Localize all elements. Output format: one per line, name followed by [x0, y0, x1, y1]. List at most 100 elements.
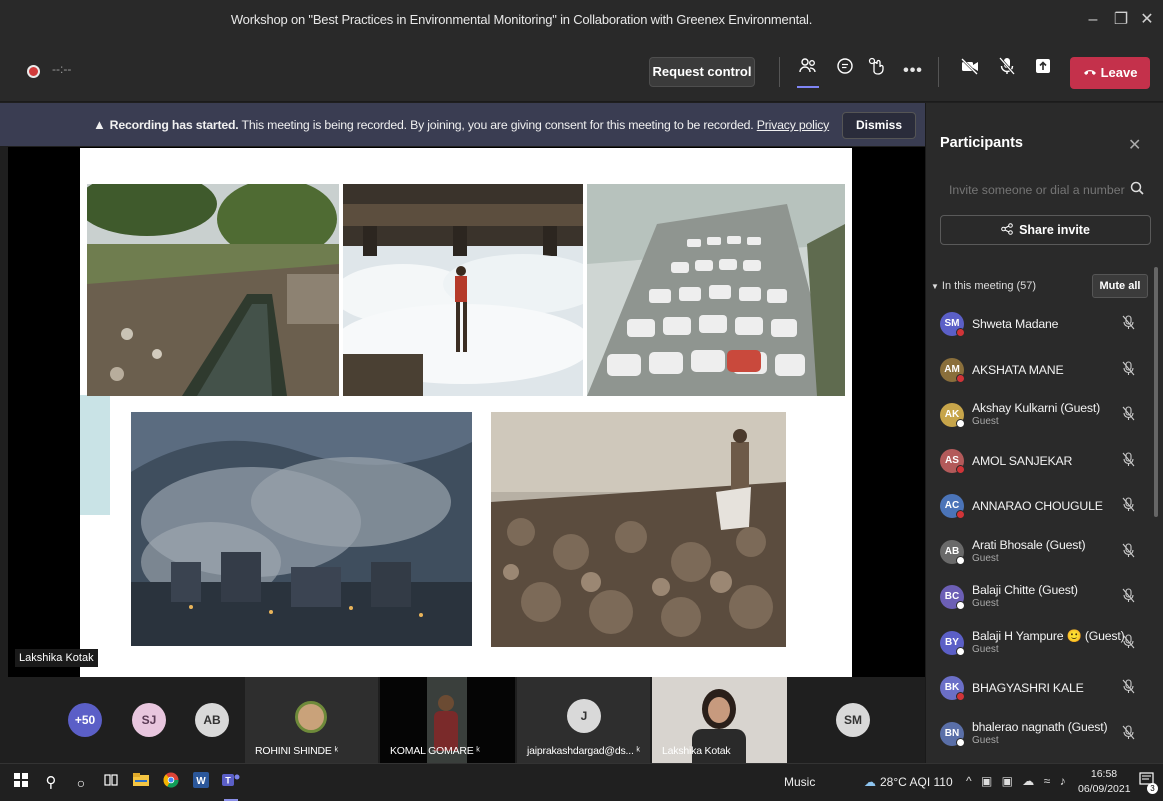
- notification-count-badge: 3: [1147, 783, 1158, 794]
- slide-photo-industrial-smoke: [131, 412, 472, 646]
- participant-name: Akshay Kulkarni (Guest): [972, 401, 1100, 415]
- presence-status-icon: [956, 646, 965, 656]
- task-view-icon[interactable]: [100, 772, 122, 794]
- participant-row[interactable]: AS AMOL SANJEKAR: [926, 439, 1154, 483]
- video-tile[interactable]: J jaiprakashdargad@ds... ᵏ: [517, 677, 650, 763]
- gallery-avatar[interactable]: SJ: [132, 703, 166, 737]
- chat-icon[interactable]: [830, 56, 860, 86]
- participant-row[interactable]: AC ANNARAO CHOUGULE: [926, 484, 1154, 528]
- overflow-participants-button[interactable]: +50: [68, 703, 102, 737]
- participant-role: Guest: [972, 598, 999, 609]
- teams-icon[interactable]: T: [220, 772, 242, 801]
- svg-text:W: W: [196, 776, 206, 787]
- slide-photo-polluted-canal: [87, 184, 339, 396]
- cortana-icon[interactable]: ○: [70, 772, 92, 794]
- participant-row[interactable]: AB Arati Bhosale (Guest) Guest: [926, 530, 1154, 574]
- dismiss-button[interactable]: Dismiss: [842, 112, 916, 139]
- slide-photo-landfill: [491, 412, 786, 647]
- in-meeting-header[interactable]: ▼ In this meeting (57): [931, 280, 1036, 292]
- search-icon[interactable]: [1130, 181, 1144, 198]
- mic-off-icon[interactable]: [1122, 451, 1135, 470]
- participant-row[interactable]: BN bhalerao nagnath (Guest) Guest: [926, 712, 1154, 756]
- maximize-icon[interactable]: ❐: [1108, 8, 1134, 32]
- participants-pane: Participants ✕ Share invite ▼In this mee…: [925, 103, 1163, 763]
- mic-off-icon[interactable]: [1122, 588, 1135, 606]
- mic-off-icon[interactable]: [992, 56, 1022, 86]
- mic-off-icon[interactable]: [1122, 542, 1135, 561]
- mic-off-icon: ᵏ: [334, 745, 338, 757]
- participant-name: bhalerao nagnath (Guest): [972, 719, 1108, 734]
- file-explorer-icon[interactable]: [130, 772, 152, 794]
- request-control-button[interactable]: Request control: [649, 57, 755, 87]
- warning-icon: ▲: [93, 117, 106, 132]
- share-invite-button[interactable]: Share invite: [940, 215, 1151, 245]
- mic-off-icon[interactable]: [1122, 406, 1135, 424]
- system-tray-icons[interactable]: ^ ▣ ▣ ☁ ≈ ♪: [966, 774, 1069, 788]
- clock-date[interactable]: 06/09/2021: [1078, 783, 1131, 795]
- gallery-avatar[interactable]: AB: [195, 703, 229, 737]
- participant-row[interactable]: AK Akshay Kulkarni (Guest) Guest: [926, 393, 1154, 437]
- participant-role: Guest: [972, 416, 999, 427]
- notifications-icon[interactable]: 3: [1136, 772, 1158, 794]
- participant-row[interactable]: SM Shweta Madane: [926, 302, 1154, 346]
- mic-off-icon[interactable]: [1122, 360, 1135, 379]
- video-tile[interactable]: ROHINI SHINDE ᵏ: [245, 677, 378, 763]
- leave-button[interactable]: Leave: [1070, 57, 1150, 89]
- windows-start-icon[interactable]: [10, 772, 32, 794]
- video-tile[interactable]: Lakshika Kotak: [652, 677, 787, 763]
- participants-title: Participants: [940, 135, 1023, 151]
- presence-status-icon: [956, 555, 965, 565]
- minimize-icon[interactable]: –: [1080, 8, 1106, 32]
- mic-off-icon: ᵏ: [636, 745, 640, 757]
- video-gallery: +50 SJ AB ROHINI SHINDE ᵏ KOMAL GOMARE ᵏ…: [0, 677, 925, 763]
- search-icon[interactable]: ⚲: [40, 772, 62, 794]
- participants-scrollbar[interactable]: [1154, 267, 1158, 517]
- participant-name: Balaji H Yampure 🙂 (Guest): [972, 628, 1125, 643]
- chrome-icon[interactable]: [160, 772, 182, 794]
- invite-search-input[interactable]: [940, 175, 1150, 205]
- participant-role: Guest: [972, 734, 999, 746]
- camera-off-icon[interactable]: [955, 56, 985, 86]
- gallery-avatar: J: [567, 699, 601, 733]
- gallery-avatar[interactable]: SM: [836, 703, 870, 737]
- weather-text: 28°C AQI 110: [880, 775, 953, 789]
- word-icon[interactable]: W: [190, 772, 212, 794]
- share-invite-label: Share invite: [1019, 223, 1090, 237]
- participant-name: Arati Bhosale (Guest): [972, 537, 1086, 552]
- close-icon[interactable]: ✕: [1134, 8, 1160, 32]
- weather-cloud-icon: ☁: [864, 775, 876, 789]
- mic-off-icon[interactable]: [1122, 633, 1135, 652]
- participant-photo: [295, 701, 327, 733]
- presence-status-icon: [956, 419, 965, 428]
- share-content-icon[interactable]: [1028, 56, 1058, 86]
- slide-photo-traffic-jam: [587, 184, 845, 396]
- participants-icon[interactable]: [793, 56, 823, 88]
- mic-off-icon[interactable]: [1122, 315, 1135, 333]
- privacy-policy-link[interactable]: Privacy policy: [757, 118, 830, 132]
- mic-off-icon[interactable]: [1122, 497, 1135, 515]
- windows-taskbar: ⚲ ○ W T Music ☁ 28°C AQI 110 ^ ▣ ▣ ☁ ≈ ♪ …: [0, 763, 1163, 801]
- participant-name: Balaji Chitte (Guest): [972, 583, 1078, 597]
- clock-time[interactable]: 16:58: [1078, 768, 1130, 780]
- music-label[interactable]: Music: [784, 775, 815, 789]
- more-options-icon[interactable]: •••: [898, 56, 928, 86]
- weather-widget[interactable]: ☁ 28°C AQI 110: [864, 775, 953, 789]
- svg-text:T: T: [225, 776, 231, 786]
- presence-status-icon: [956, 737, 965, 747]
- mute-all-button[interactable]: Mute all: [1092, 274, 1148, 298]
- presence-status-icon: [956, 510, 965, 519]
- recording-indicator-icon: [27, 65, 40, 78]
- mic-off-icon[interactable]: [1122, 679, 1135, 697]
- participant-row[interactable]: BC Balaji Chitte (Guest) Guest: [926, 575, 1154, 619]
- video-tile[interactable]: KOMAL GOMARE ᵏ: [380, 677, 515, 763]
- participant-row[interactable]: AM AKSHATA MANE: [926, 348, 1154, 392]
- close-pane-icon[interactable]: ✕: [1128, 135, 1141, 155]
- participant-row[interactable]: BK BHAGYASHRI KALE: [926, 666, 1154, 710]
- presence-status-icon: [956, 373, 965, 383]
- slide-accent-bar: [80, 395, 110, 515]
- share-icon: [1001, 217, 1013, 245]
- participant-role: Guest: [972, 552, 999, 564]
- participant-row[interactable]: BY Balaji H Yampure 🙂 (Guest) Guest: [926, 621, 1154, 665]
- reactions-icon[interactable]: [862, 56, 892, 86]
- mic-off-icon[interactable]: [1122, 724, 1135, 743]
